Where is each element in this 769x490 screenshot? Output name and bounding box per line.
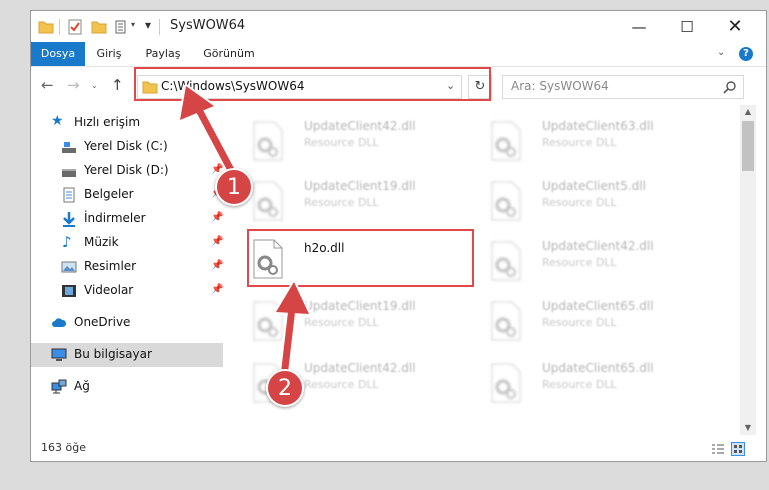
arrow-2-icon [274,280,311,374]
step-2-badge: 2 [266,369,304,407]
arrow-1-icon [178,84,238,178]
annotation-arrows [178,84,311,374]
step-1-badge: 1 [215,168,253,206]
